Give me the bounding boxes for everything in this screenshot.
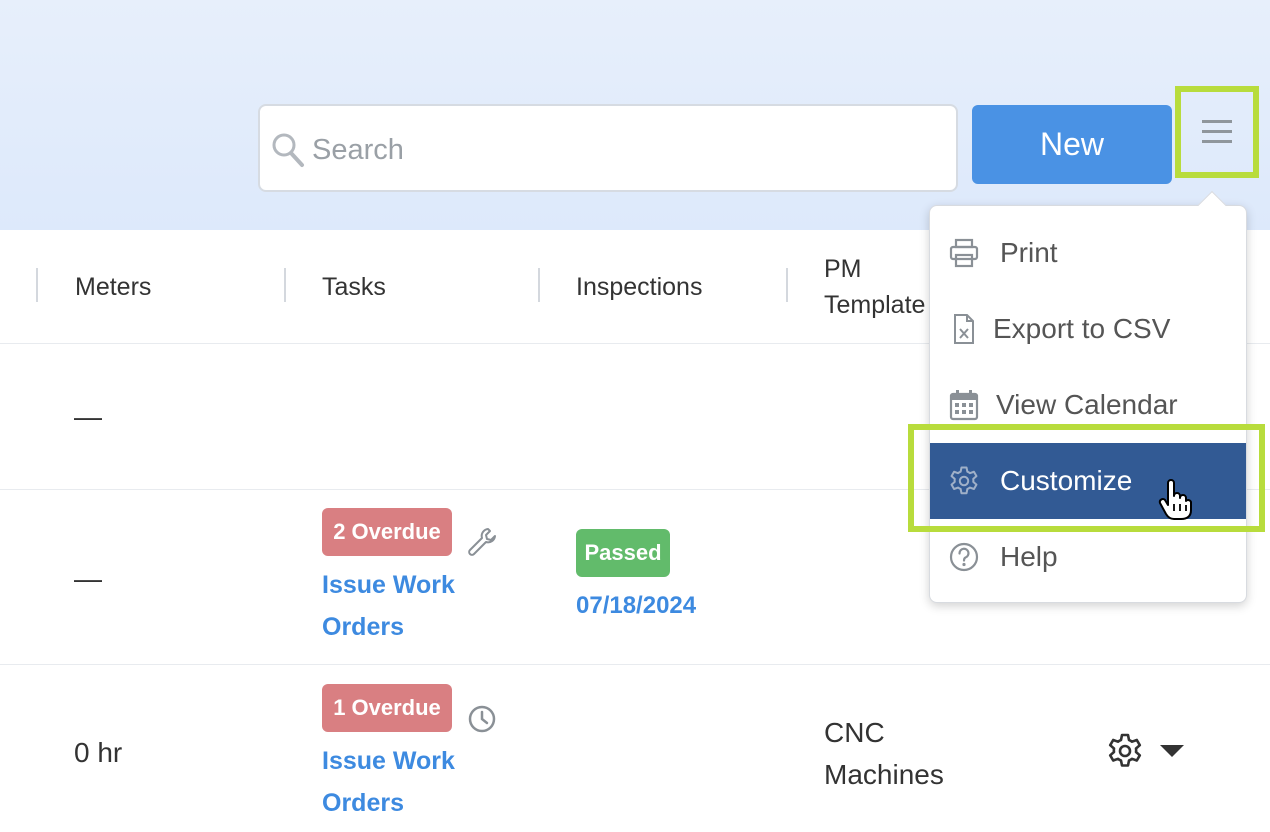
- issue-work-orders-link[interactable]: Orders: [322, 606, 404, 648]
- column-separator[interactable]: [538, 268, 540, 302]
- clock-icon[interactable]: [466, 703, 498, 735]
- menu-item-export-csv[interactable]: Export to CSV: [930, 291, 1246, 367]
- column-header-inspections[interactable]: Inspections: [576, 269, 702, 305]
- menu-item-print[interactable]: Print: [930, 215, 1246, 291]
- column-separator[interactable]: [36, 268, 38, 302]
- overdue-badge[interactable]: 1 Overdue: [322, 684, 452, 732]
- new-button[interactable]: New: [972, 105, 1172, 184]
- issue-work-orders-link[interactable]: Issue Work: [322, 564, 455, 606]
- calendar-icon: [949, 390, 979, 421]
- customize-highlight: [908, 424, 1265, 532]
- caret-down-icon[interactable]: [1158, 743, 1186, 759]
- search-box[interactable]: [258, 104, 958, 192]
- search-input[interactable]: [312, 126, 932, 174]
- cell-pm-template: Machines: [824, 759, 944, 790]
- column-header-tasks[interactable]: Tasks: [322, 269, 386, 305]
- search-icon: [272, 133, 304, 167]
- printer-icon: [949, 238, 979, 268]
- options-dropdown: Print Export to CSV View Calendar Custom…: [929, 190, 1247, 603]
- inspection-date-link[interactable]: 07/18/2024: [576, 585, 696, 627]
- gear-icon[interactable]: [1106, 732, 1144, 770]
- cell-meters: —: [74, 401, 102, 432]
- wrench-icon[interactable]: [466, 526, 498, 558]
- overdue-badge[interactable]: 2 Overdue: [322, 508, 452, 556]
- column-separator[interactable]: [284, 268, 286, 302]
- column-header-meters[interactable]: Meters: [75, 269, 151, 305]
- column-separator[interactable]: [786, 268, 788, 302]
- passed-badge: Passed: [576, 529, 670, 577]
- cell-pm-template: CNC: [824, 717, 885, 748]
- menu-item-label: View Calendar: [996, 389, 1178, 420]
- issue-work-orders-link[interactable]: Orders: [322, 782, 404, 824]
- column-header-pm-template[interactable]: PM Template: [824, 251, 934, 323]
- row-divider: [0, 664, 1270, 665]
- issue-work-orders-link[interactable]: Issue Work: [322, 740, 455, 782]
- menu-item-label: Print: [1000, 237, 1058, 268]
- cell-meters: 0 hr: [74, 737, 123, 768]
- hamburger-icon: [1202, 120, 1232, 143]
- csv-file-icon: [954, 314, 974, 344]
- menu-item-label: Help: [1000, 541, 1058, 572]
- menu-button[interactable]: [1181, 92, 1253, 172]
- help-icon: [949, 542, 979, 572]
- cell-meters: —: [74, 563, 102, 594]
- menu-item-label: Export to CSV: [993, 313, 1171, 344]
